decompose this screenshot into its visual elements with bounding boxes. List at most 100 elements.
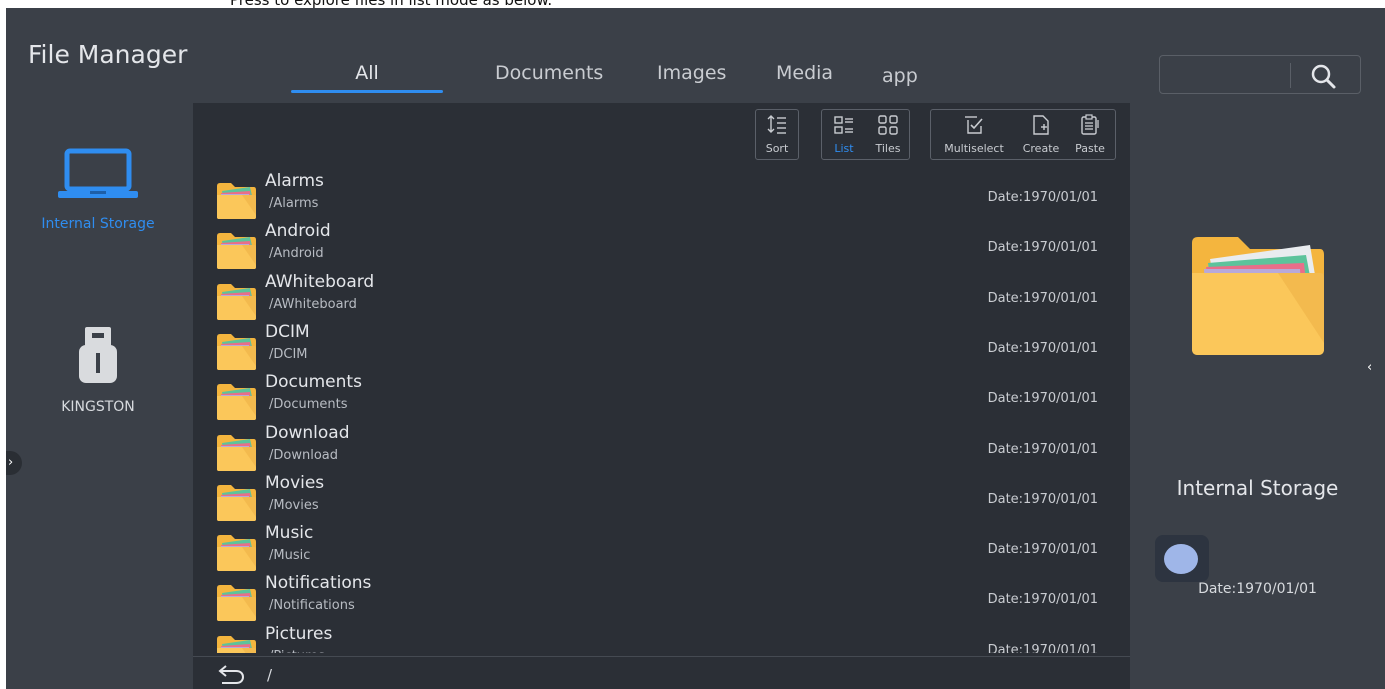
storage-usage-badge <box>1155 535 1209 582</box>
search-input[interactable] <box>1162 58 1290 91</box>
tiles-label: Tiles <box>875 142 901 155</box>
file-path: /Pictures <box>269 649 325 653</box>
file-row[interactable]: Movies/Movies Date:1970/01/01 <box>193 473 1130 523</box>
file-name: DCIM <box>265 321 310 342</box>
search-divider <box>1290 63 1291 88</box>
search-box <box>1159 55 1361 94</box>
file-date: Date:1970/01/01 <box>987 391 1098 407</box>
app-title: File Manager <box>28 40 188 69</box>
expand-right-button[interactable]: ‹ <box>1367 356 1383 380</box>
file-path: /Alarms <box>269 196 319 211</box>
sidebar-item-kingston[interactable]: KINGSTON <box>26 325 170 415</box>
file-date: Date:1970/01/01 <box>987 642 1098 653</box>
list-view-button[interactable]: List <box>822 110 866 159</box>
multiselect-button[interactable]: Multiselect <box>931 110 1017 159</box>
tab-app[interactable]: app <box>882 65 918 87</box>
file-list-panel: Sort List Tiles Multiselect Create Paste… <box>193 103 1130 689</box>
file-name: Movies <box>265 472 325 493</box>
file-name: Documents <box>265 372 362 393</box>
file-row[interactable]: Music/Music Date:1970/01/01 <box>193 523 1130 573</box>
file-path: /AWhiteboard <box>269 296 357 312</box>
list-view-icon <box>834 116 853 134</box>
folder-icon <box>216 283 257 321</box>
file-row[interactable]: Notifications/Notifications Date:1970/01/… <box>193 573 1130 623</box>
folder-icon <box>216 534 257 572</box>
sidebar-item-label: Internal Storage <box>41 216 155 232</box>
sort-group: Sort <box>755 109 799 160</box>
folder-icon <box>216 383 257 421</box>
back-arrow-icon <box>218 665 245 684</box>
folder-icon <box>216 182 257 220</box>
tab-all[interactable]: All <box>291 62 443 84</box>
folder-icon <box>216 333 257 371</box>
file-name: Download <box>265 422 350 443</box>
caption-strip: Press to explore files in list mode as b… <box>0 0 1385 8</box>
file-list: Alarms/Alarms Date:1970/01/01 Android/Andr… <box>193 163 1130 653</box>
file-name: Pictures <box>265 623 333 644</box>
file-date: Date:1970/01/01 <box>987 542 1098 558</box>
file-date: Date:1970/01/01 <box>987 240 1098 256</box>
usb-drive-icon <box>79 327 117 383</box>
storage-sidebar: Internal Storage KINGSTON › <box>6 103 193 689</box>
create-label: Create <box>1022 142 1060 155</box>
file-row[interactable]: Download/Download Date:1970/01/01 <box>193 423 1130 473</box>
file-row[interactable]: Documents/Documents Date:1970/01/01 <box>193 372 1130 422</box>
file-path: /Documents <box>269 397 348 413</box>
preview-title: Internal Storage <box>1176 476 1339 500</box>
paste-button[interactable]: Paste <box>1065 110 1115 159</box>
file-path: /Download <box>269 447 338 463</box>
tiles-view-icon <box>878 115 898 135</box>
search-icon <box>1311 64 1336 89</box>
expand-left-button[interactable]: › <box>6 451 22 475</box>
paste-icon <box>1081 114 1099 135</box>
header: File Manager All Documents Images Media … <box>6 8 1385 103</box>
file-row[interactable]: AWhiteboard/AWhiteboard Date:1970/01/01 <box>193 272 1130 322</box>
back-button[interactable] <box>217 664 247 686</box>
folder-preview-icon <box>1192 237 1324 355</box>
file-date: Date:1970/01/01 <box>987 190 1098 205</box>
file-path: /Notifications <box>269 598 355 614</box>
tab-media[interactable]: Media <box>776 62 833 84</box>
file-path: /Movies <box>269 497 319 513</box>
current-path: / <box>267 666 273 684</box>
search-button[interactable] <box>1308 62 1338 90</box>
file-row[interactable]: DCIM/DCIM Date:1970/01/01 <box>193 322 1130 372</box>
file-name: Music <box>265 523 314 544</box>
sidebar-item-internal-storage[interactable]: Internal Storage <box>26 148 170 232</box>
file-name: Notifications <box>265 573 372 594</box>
sidebar-item-label: KINGSTON <box>61 399 135 415</box>
preview-panel: Internal Storage Date:1970/01/01 <box>1130 103 1385 689</box>
file-row[interactable]: Pictures/Pictures Date:1970/01/01 <box>193 624 1130 653</box>
multiselect-label: Multiselect <box>944 142 1004 155</box>
view-mode-group: List Tiles <box>821 109 910 160</box>
storage-dot-icon <box>1164 544 1198 574</box>
tiles-view-button[interactable]: Tiles <box>866 110 910 159</box>
paste-label: Paste <box>1075 142 1105 155</box>
tab-images[interactable]: Images <box>657 62 726 84</box>
tab-documents[interactable]: Documents <box>495 62 603 84</box>
folder-icon <box>216 434 257 472</box>
folder-icon <box>216 584 257 622</box>
create-file-icon <box>1033 115 1049 135</box>
file-manager-app: File Manager All Documents Images Media … <box>6 8 1385 689</box>
sort-label: Sort <box>765 142 789 155</box>
list-label: List <box>834 142 854 155</box>
file-row[interactable]: Android/Android Date:1970/01/01 <box>193 221 1130 271</box>
file-date: Date:1970/01/01 <box>987 441 1098 457</box>
sort-icon <box>767 115 786 134</box>
sort-button[interactable]: Sort <box>756 110 798 159</box>
file-path: /Music <box>269 548 311 564</box>
path-bar: / <box>193 656 1130 689</box>
caption-text: Press to explore files in list mode as b… <box>230 0 552 8</box>
file-date: Date:1970/01/01 <box>987 290 1098 306</box>
laptop-icon <box>58 148 138 198</box>
folder-icon <box>216 635 257 653</box>
file-name: Alarms <box>265 171 324 191</box>
file-name: AWhiteboard <box>265 271 375 292</box>
chevron-left-icon: ‹ <box>1367 360 1373 375</box>
create-button[interactable]: Create <box>1017 110 1065 159</box>
multiselect-icon <box>965 116 983 134</box>
edit-actions-group: Multiselect Create Paste <box>930 109 1116 160</box>
folder-icon <box>216 232 257 270</box>
file-row[interactable]: Alarms/Alarms Date:1970/01/01 <box>193 171 1130 221</box>
